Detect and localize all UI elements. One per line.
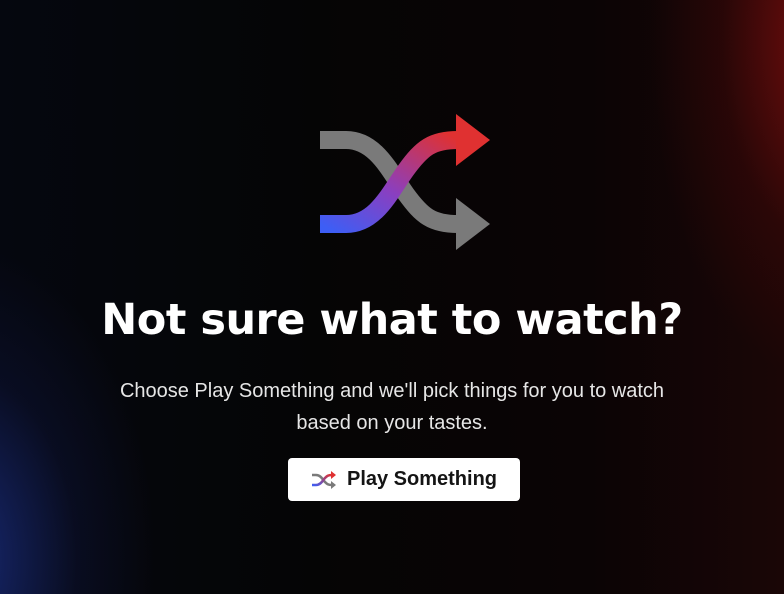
play-something-label: Play Something [346,468,498,490]
description-text: Choose Play Something and we'll pick thi… [119,380,665,434]
play-something-screen: Not sure what to watch? Choose Play Some… [0,0,784,594]
shuffle-icon [311,470,336,489]
page-title: Not sure what to watch? [101,295,683,345]
play-something-button[interactable]: Play Something [288,458,520,501]
shuffle-icon [320,114,490,250]
